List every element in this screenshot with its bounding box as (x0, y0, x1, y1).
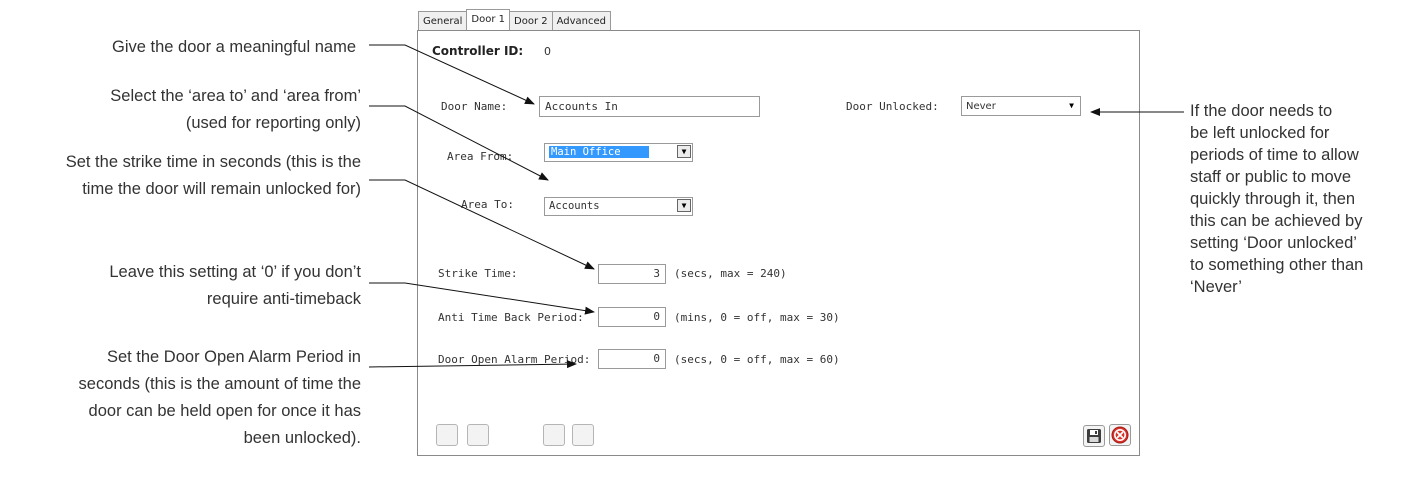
door-unlocked-select[interactable]: Never ▼ (961, 96, 1081, 116)
annotation-door-open-alarm: Set the Door Open Alarm Period in second… (78, 348, 361, 447)
door-unlocked-value: Never (966, 101, 996, 112)
door-name-input[interactable]: Accounts In (539, 96, 760, 117)
toolbar-button-4[interactable] (572, 424, 594, 446)
chevron-down-icon: ▼ (677, 145, 691, 158)
annotation-strike-time: Set the strike time in seconds (this is … (65, 153, 361, 198)
door-open-alarm-label: Door Open Alarm Period: (438, 353, 591, 366)
chevron-down-icon: ▼ (1069, 101, 1074, 110)
annotation-area: Select the ‘area to’ and ‘area from’ (us… (110, 87, 361, 132)
area-to-select[interactable]: Accounts ▼ (544, 197, 693, 216)
toolbar-button-3[interactable] (543, 424, 565, 446)
area-to-value: Accounts (549, 200, 600, 212)
anti-time-back-hint: (mins, 0 = off, max = 30) (674, 311, 840, 324)
area-from-label: Area From: (447, 150, 514, 163)
save-icon (1087, 429, 1101, 443)
strike-time-label: Strike Time: (438, 267, 518, 280)
strike-time-hint: (secs, max = 240) (674, 267, 787, 280)
door-settings-panel (417, 30, 1140, 456)
area-from-select[interactable]: Main Office ▼ (544, 143, 693, 162)
tab-bar: General Door 1 Door 2 Advanced (418, 9, 612, 30)
annotation-door-name: Give the door a meaningful name (112, 38, 356, 56)
controller-id-label: Controller ID: (432, 44, 524, 58)
toolbar-button-2[interactable] (467, 424, 489, 446)
close-icon (1111, 426, 1129, 444)
save-button[interactable] (1083, 425, 1105, 447)
tab-advanced[interactable]: Advanced (551, 11, 612, 30)
annotation-anti-time-back: Leave this setting at ‘0’ if you don’t r… (109, 263, 361, 308)
tab-door-2[interactable]: Door 2 (509, 11, 553, 30)
annotation-door-unlocked: If the door needs to be left unlocked fo… (1190, 102, 1364, 296)
anti-time-back-label: Anti Time Back Period: (438, 311, 584, 324)
area-to-label: Area To: (461, 198, 514, 211)
door-name-label: Door Name: (441, 100, 508, 113)
close-button[interactable] (1109, 424, 1131, 446)
door-open-alarm-hint: (secs, 0 = off, max = 60) (674, 353, 840, 366)
chevron-down-icon: ▼ (677, 199, 691, 212)
controller-id-value: 0 (544, 45, 551, 58)
door-unlocked-label: Door Unlocked: (846, 100, 939, 113)
strike-time-input[interactable]: 3 (598, 264, 666, 284)
area-from-value: Main Office (549, 146, 649, 158)
tab-door-1[interactable]: Door 1 (466, 9, 511, 30)
toolbar-button-1[interactable] (436, 424, 458, 446)
tab-general[interactable]: General (418, 11, 468, 30)
door-open-alarm-input[interactable]: 0 (598, 349, 666, 369)
anti-time-back-input[interactable]: 0 (598, 307, 666, 327)
